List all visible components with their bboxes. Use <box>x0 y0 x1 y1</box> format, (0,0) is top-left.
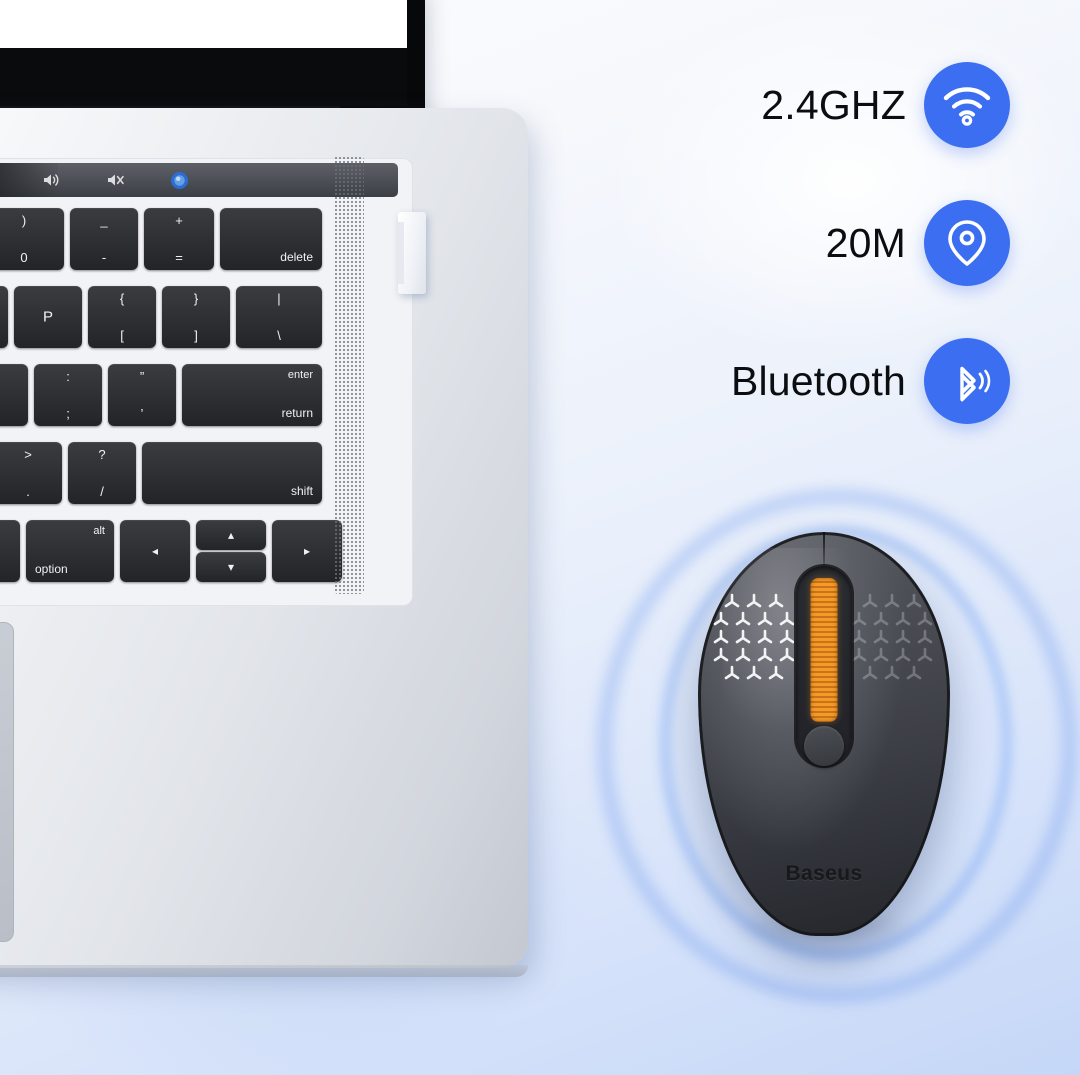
key-legend-top: ” <box>139 369 145 384</box>
key-legend-bottom: 0 <box>20 250 28 265</box>
feature-label: 20M <box>825 219 906 266</box>
key-legend-top: ? <box>98 447 106 462</box>
speaker-grille <box>334 156 364 594</box>
key-delete[interactable]: delete <box>220 208 322 270</box>
usb-receiver <box>398 212 426 294</box>
feature-20m: 20M <box>670 200 1010 286</box>
key-o[interactable]: O <box>0 286 8 348</box>
key-legend-bottom: return <box>281 406 313 420</box>
key-arrow-up[interactable]: ▴ <box>196 520 266 550</box>
key-legend: ▸ <box>303 544 311 558</box>
key-legend-bottom: [ <box>120 328 124 343</box>
bluetooth-icon <box>924 338 1010 424</box>
volume-up-icon[interactable] <box>42 172 62 188</box>
key-shift-right[interactable]: shift <box>142 442 322 504</box>
key-equals[interactable]: + = <box>144 208 214 270</box>
brand-logo: Baseus <box>785 862 863 885</box>
feature-label: 2.4GHZ <box>761 81 906 128</box>
siri-icon[interactable] <box>170 171 189 190</box>
key-legend-bottom: / <box>100 484 104 499</box>
product-marketing-image: yellow green yellow orange red orange <box>0 0 1080 1075</box>
key-legend-top: alt <box>93 525 105 537</box>
scroll-wheel[interactable] <box>810 578 838 722</box>
key-legend-bottom: ] <box>194 328 198 343</box>
key-backslash[interactable]: | \ <box>236 286 322 348</box>
key-arrow-left[interactable]: ◂ <box>120 520 190 582</box>
key-option[interactable]: alt option <box>26 520 114 582</box>
key-l[interactable]: L <box>0 364 28 426</box>
mouse-body: Baseus <box>698 532 950 936</box>
key-0[interactable]: ) 0 <box>0 208 64 270</box>
volume-mute-icon[interactable] <box>106 172 126 188</box>
key-legend-top: > <box>24 447 32 462</box>
key-legend-top: + <box>175 213 183 228</box>
key-legend-top: | <box>277 291 281 306</box>
key-command[interactable]: ⌘ command <box>0 520 20 582</box>
key-legend-bottom: ; <box>66 406 70 421</box>
key-legend-top: : <box>66 369 70 384</box>
location-pin-icon <box>924 200 1010 286</box>
key-legend-top: _ <box>100 213 108 228</box>
mouse-texture-pattern-left <box>713 593 795 680</box>
key-legend-top: { <box>119 291 125 306</box>
wireless-mouse-product: Baseus <box>588 468 1076 1008</box>
key-legend-bottom: . <box>26 484 30 499</box>
key-legend-bottom: option <box>35 562 68 576</box>
dpi-button[interactable] <box>804 726 844 766</box>
key-quote[interactable]: ” ’ <box>108 364 176 426</box>
key-legend-top: enter <box>287 369 313 381</box>
key-semicolon[interactable]: : ; <box>34 364 102 426</box>
key-legend-bottom: = <box>175 250 183 265</box>
key-legend: O <box>0 309 8 326</box>
key-legend: delete <box>280 250 313 264</box>
key-legend: L <box>0 387 28 404</box>
key-bracket-left[interactable]: { [ <box>88 286 156 348</box>
key-legend-bottom: - <box>101 250 107 265</box>
laptop-base-edge <box>0 965 528 977</box>
key-arrow-right[interactable]: ▸ <box>272 520 342 582</box>
key-legend-top: ) <box>21 213 27 228</box>
screen-bottom-bezel <box>0 48 407 106</box>
key-slash[interactable]: ? / <box>68 442 136 504</box>
key-bracket-right[interactable]: } ] <box>162 286 230 348</box>
feature-2-4ghz: 2.4GHZ <box>670 62 1010 148</box>
key-minus[interactable]: _ - <box>70 208 138 270</box>
key-legend: shift <box>290 484 313 498</box>
key-p[interactable]: P <box>14 286 82 348</box>
laptop-screen-content: yellow green yellow orange red orange <box>0 0 407 48</box>
wifi-icon <box>924 62 1010 148</box>
trackpad[interactable] <box>0 622 14 942</box>
feature-bluetooth: Bluetooth <box>670 338 1010 424</box>
key-return[interactable]: enter return <box>182 364 322 426</box>
usb-receiver-lip <box>398 222 404 284</box>
key-legend: P <box>42 308 53 326</box>
feature-list: 2.4GHZ 20M Bluetooth <box>670 62 1010 476</box>
macbook-laptop: yellow green yellow orange red orange <box>0 0 530 990</box>
key-arrow-down[interactable]: ▾ <box>196 552 266 582</box>
feature-label: Bluetooth <box>730 357 906 404</box>
key-legend-bottom: ’ <box>140 406 144 421</box>
key-legend: ◂ <box>151 544 159 558</box>
mouse-texture-pattern-right <box>851 593 933 680</box>
key-period[interactable]: > . <box>0 442 62 504</box>
key-legend: ▴ <box>227 528 235 542</box>
key-legend-top: } <box>193 291 199 306</box>
key-legend-bottom: \ <box>277 328 281 343</box>
key-legend: ▾ <box>227 560 235 574</box>
